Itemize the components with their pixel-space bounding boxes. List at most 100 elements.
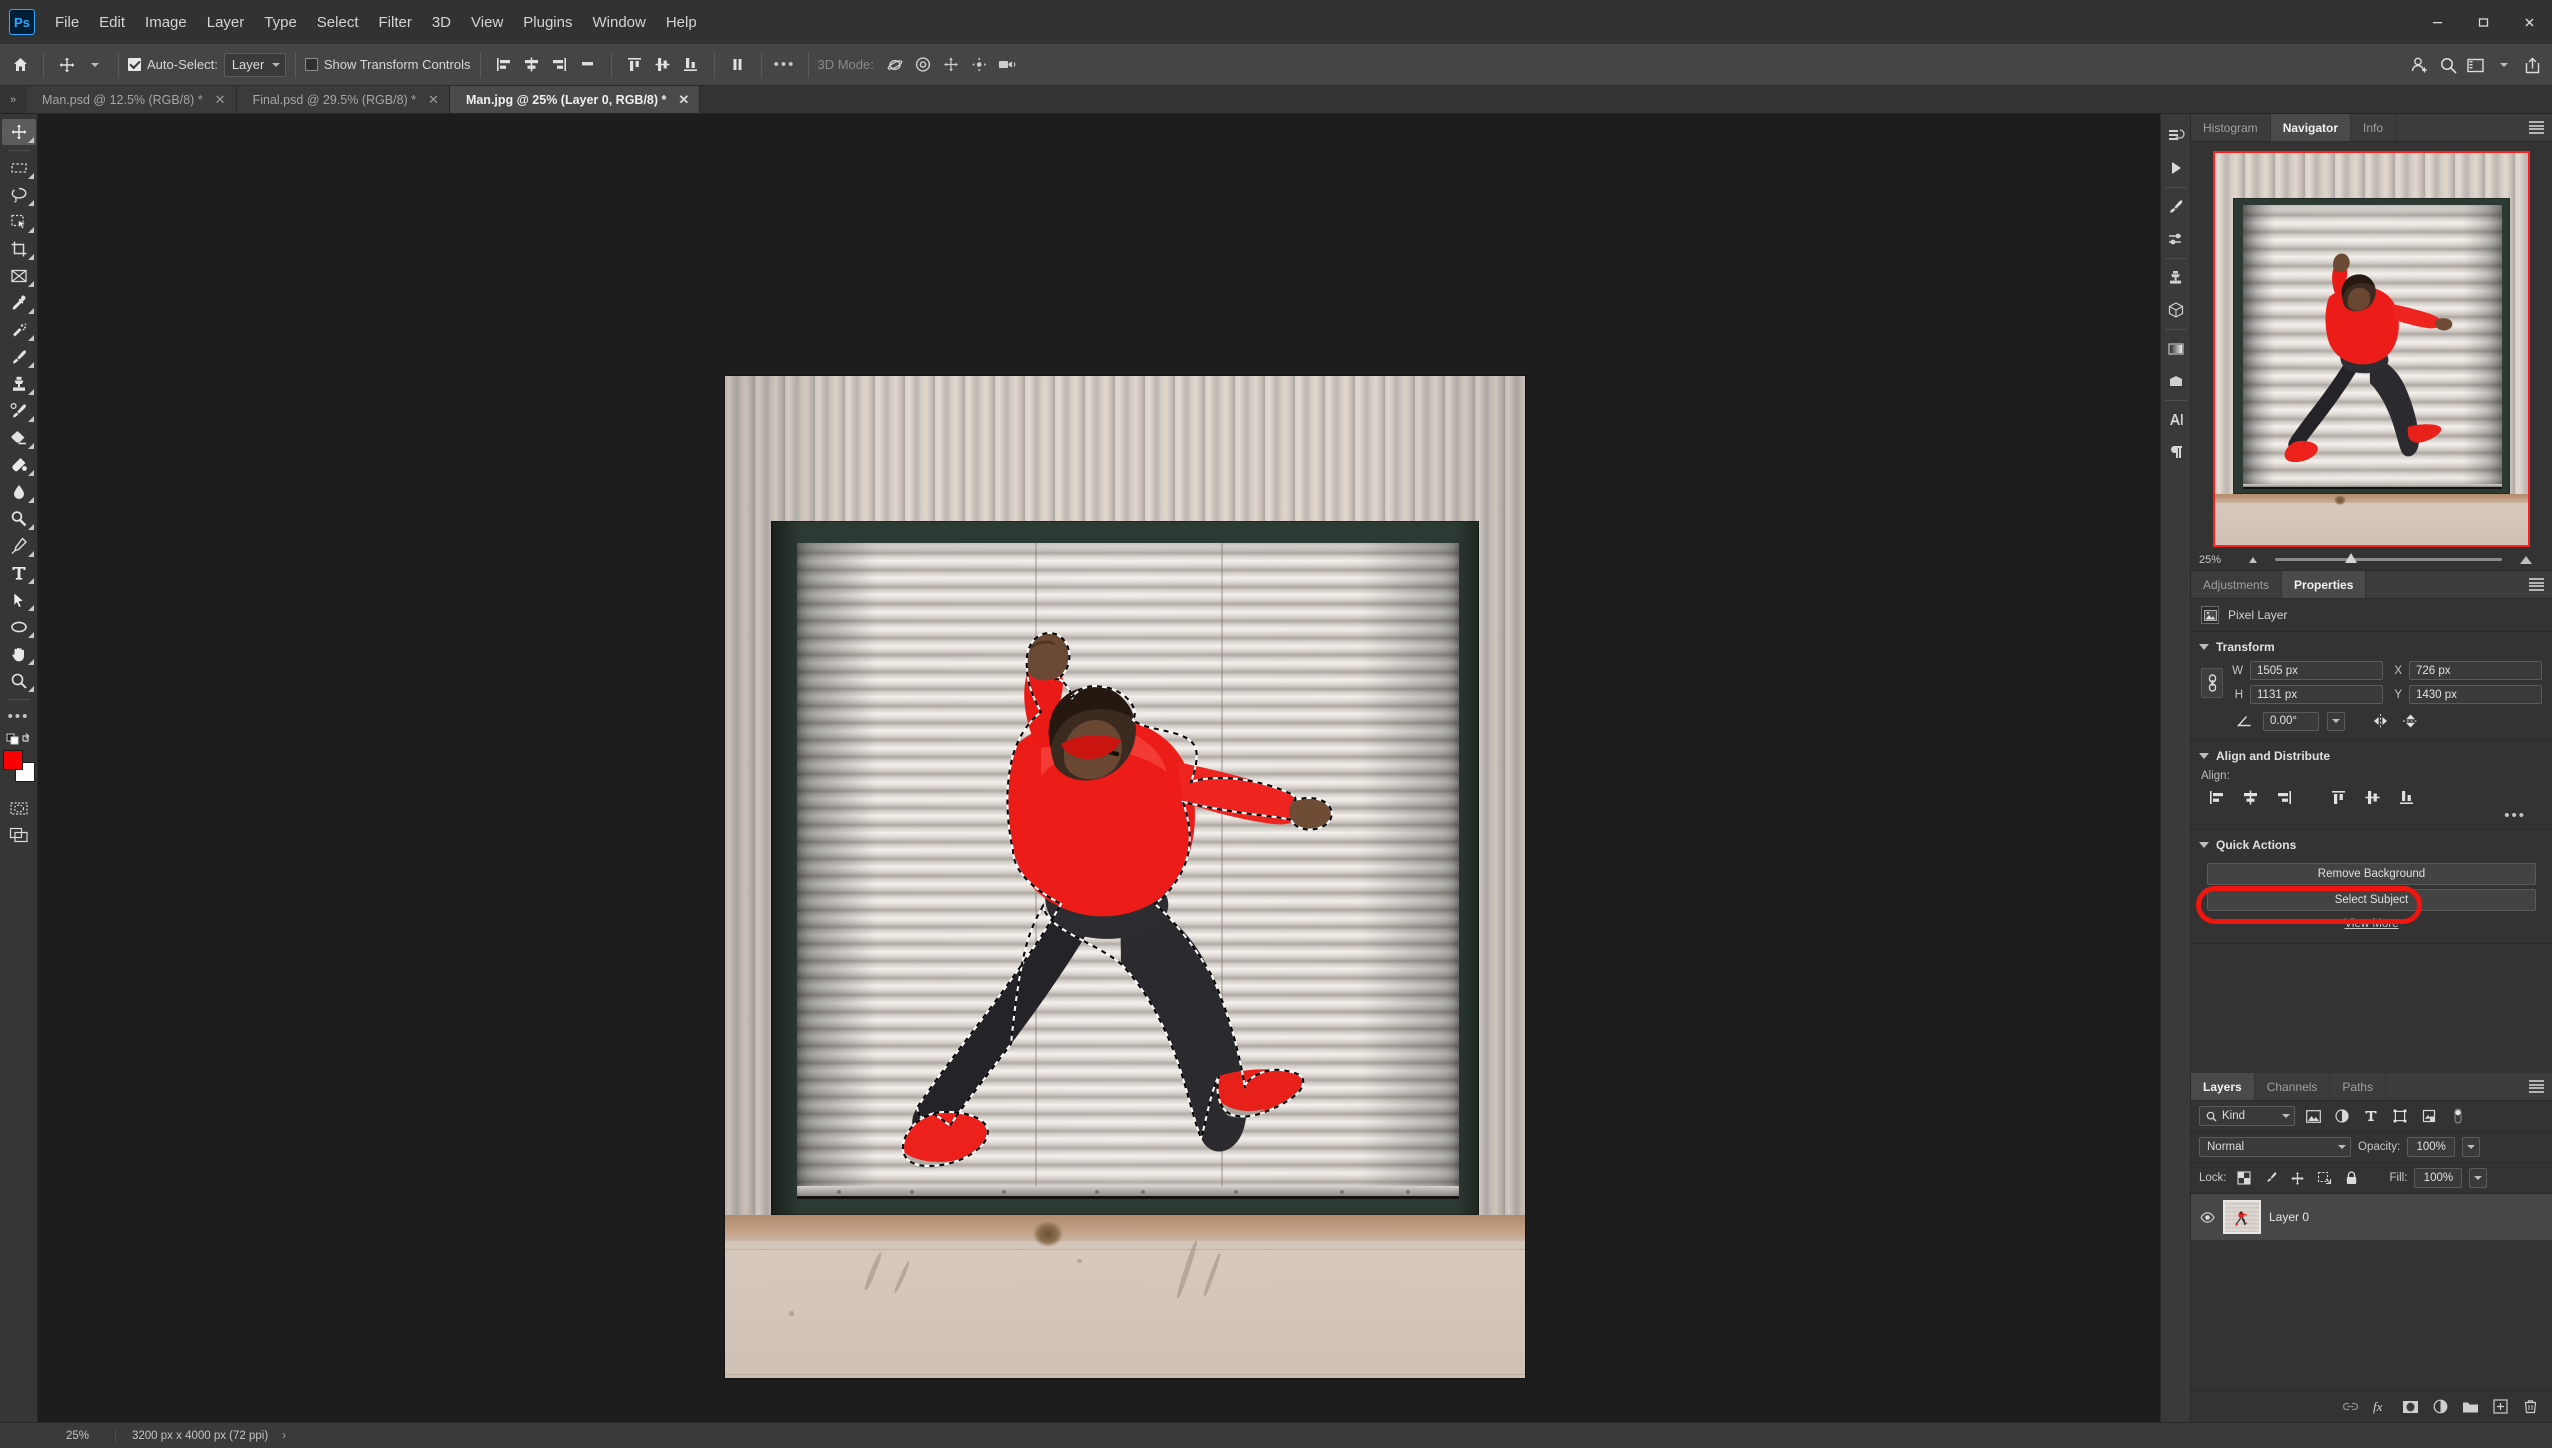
fill-value[interactable]: 100% <box>2414 1168 2463 1188</box>
link-layers-icon[interactable] <box>2337 1394 2363 1420</box>
frame-tool[interactable] <box>2 263 36 289</box>
select-subject-button[interactable]: Select Subject <box>2207 889 2536 911</box>
menu-plugins[interactable]: Plugins <box>513 10 582 35</box>
opacity-value[interactable]: 100% <box>2407 1137 2456 1157</box>
menu-layer[interactable]: Layer <box>197 10 255 35</box>
distribute-vertically-icon[interactable] <box>724 51 752 79</box>
transform-section-header[interactable]: Transform <box>2191 639 2552 661</box>
spot-healing-brush-tool[interactable] <box>2 317 36 343</box>
lock-image-pixels-icon[interactable] <box>2261 1168 2281 1188</box>
new-adjustment-layer-icon[interactable] <box>2427 1394 2453 1420</box>
link-aspect-ratio-icon[interactable] <box>2201 667 2223 698</box>
quick-actions-section-header[interactable]: Quick Actions <box>2191 837 2552 859</box>
navigator-thumbnail[interactable] <box>2213 151 2530 547</box>
blend-mode-dropdown[interactable]: Normal <box>2199 1137 2351 1157</box>
delete-layer-icon[interactable] <box>2517 1394 2543 1420</box>
align-top-edges-icon[interactable] <box>621 51 649 79</box>
edit-toolbar-tool[interactable]: ••• <box>2 704 36 730</box>
menu-image[interactable]: Image <box>135 10 197 35</box>
history-brush-tool[interactable] <box>2 398 36 424</box>
align-horizontal-centers-button[interactable] <box>2235 786 2265 808</box>
workspace-chevron-down-icon[interactable] <box>2490 51 2518 79</box>
auto-select-checkbox-box[interactable] <box>128 58 141 71</box>
auto-select-scope-dropdown[interactable]: Layer <box>223 52 286 77</box>
tab-channels[interactable]: Channels <box>2254 1073 2331 1100</box>
document-tab-final-psd[interactable]: Final.psd @ 29.5% (RGB/8) * ✕ <box>236 86 450 113</box>
menu-view[interactable]: View <box>461 10 513 35</box>
height-input[interactable]: 1131 px <box>2250 685 2383 704</box>
lock-artboard-nesting-icon[interactable] <box>2315 1168 2335 1188</box>
layer-styles-fx-icon[interactable]: fx <box>2367 1394 2393 1420</box>
zoom-3d-icon[interactable] <box>994 51 1022 79</box>
fill-dropdown-chevron-icon[interactable] <box>2469 1168 2488 1188</box>
x-input[interactable]: 726 px <box>2409 661 2542 680</box>
layer-row-layer-0[interactable]: Layer 0 <box>2191 1194 2552 1240</box>
tool-preset-chevron-down-icon[interactable] <box>81 51 109 79</box>
layer-name[interactable]: Layer 0 <box>2269 1210 2309 1224</box>
clone-stamp-tool[interactable] <box>2 371 36 397</box>
tab-navigator[interactable]: Navigator <box>2270 114 2352 141</box>
view-more-link[interactable]: View More <box>2191 918 2552 930</box>
tab-overflow-chevron-icon[interactable]: » <box>0 86 26 113</box>
navigator-thumbnail-container[interactable] <box>2191 142 2552 549</box>
tab-histogram[interactable]: Histogram <box>2191 114 2271 141</box>
menu-edit[interactable]: Edit <box>89 10 135 35</box>
menu-help[interactable]: Help <box>656 10 707 35</box>
document-tab-man-jpg[interactable]: Man.jpg @ 25% (Layer 0, RGB/8) * ✕ <box>449 86 701 113</box>
width-input[interactable]: 1505 px <box>2250 661 2383 680</box>
foreground-color-swatch[interactable] <box>2 750 23 770</box>
lock-transparent-pixels-icon[interactable] <box>2234 1168 2254 1188</box>
share-icon[interactable] <box>2518 51 2546 79</box>
workspace-icon[interactable] <box>2462 51 2490 79</box>
type-tool[interactable] <box>2 560 36 586</box>
zoom-in-icon[interactable] <box>2520 555 2532 564</box>
align-bottom-edges-button[interactable] <box>2391 786 2421 808</box>
eraser-tool[interactable] <box>2 425 36 451</box>
crop-tool[interactable] <box>2 236 36 262</box>
filter-toggle-icon[interactable] <box>2447 1106 2469 1126</box>
navigator-zoom-value[interactable]: 25% <box>2199 554 2241 566</box>
screen-mode-icon[interactable] <box>2 822 36 848</box>
status-expand-chevron-icon[interactable]: › <box>282 1430 286 1442</box>
align-vertical-centers-icon[interactable] <box>649 51 677 79</box>
tab-info[interactable]: Info <box>2351 114 2397 141</box>
patterns-icon[interactable] <box>2162 365 2190 397</box>
close-icon[interactable]: ✕ <box>215 93 226 106</box>
align-vertical-centers-button[interactable] <box>2357 786 2387 808</box>
history-icon[interactable] <box>2162 120 2190 152</box>
move-tool[interactable] <box>1 119 36 145</box>
pen-tool[interactable] <box>2 533 36 559</box>
document-tab-man-psd[interactable]: Man.psd @ 12.5% (RGB/8) * ✕ <box>26 86 237 113</box>
show-transform-controls-checkbox[interactable]: Show Transform Controls <box>304 57 471 72</box>
brush-settings-icon[interactable] <box>2162 223 2190 255</box>
brushes-icon[interactable] <box>2162 191 2190 223</box>
zoom-tool[interactable] <box>2 668 36 694</box>
filter-pixel-icon[interactable] <box>2302 1106 2324 1126</box>
document-canvas[interactable] <box>725 376 1525 1378</box>
menu-type[interactable]: Type <box>254 10 307 35</box>
lock-position-icon[interactable] <box>2288 1168 2308 1188</box>
show-transform-checkbox-box[interactable] <box>304 58 318 71</box>
maximize-button[interactable] <box>2460 0 2506 44</box>
brush-tool[interactable] <box>2 344 36 370</box>
paragraph-icon[interactable] <box>2162 436 2190 468</box>
y-input[interactable]: 1430 px <box>2409 685 2542 704</box>
align-right-edges-button[interactable] <box>2269 786 2299 808</box>
menu-3d[interactable]: 3D <box>422 10 461 35</box>
zoom-out-icon[interactable] <box>2249 556 2257 563</box>
new-layer-icon[interactable] <box>2487 1394 2513 1420</box>
search-icon[interactable] <box>2434 51 2462 79</box>
roll-3d-icon[interactable] <box>910 51 938 79</box>
character-icon[interactable] <box>2162 404 2190 436</box>
menu-filter[interactable]: Filter <box>369 10 422 35</box>
tab-properties[interactable]: Properties <box>2282 571 2367 598</box>
navigator-zoom-slider[interactable] <box>2275 553 2502 563</box>
angle-dropdown-chevron-icon[interactable] <box>2327 711 2345 731</box>
align-section-header[interactable]: Align and Distribute <box>2191 748 2552 770</box>
canvas-area[interactable] <box>38 114 2160 1422</box>
color-swatches[interactable] <box>2 749 36 783</box>
path-selection-tool[interactable] <box>2 587 36 613</box>
status-zoom-level[interactable]: 25% <box>58 1429 116 1442</box>
align-top-edges-button[interactable] <box>2323 786 2353 808</box>
lasso-tool[interactable] <box>2 182 36 208</box>
